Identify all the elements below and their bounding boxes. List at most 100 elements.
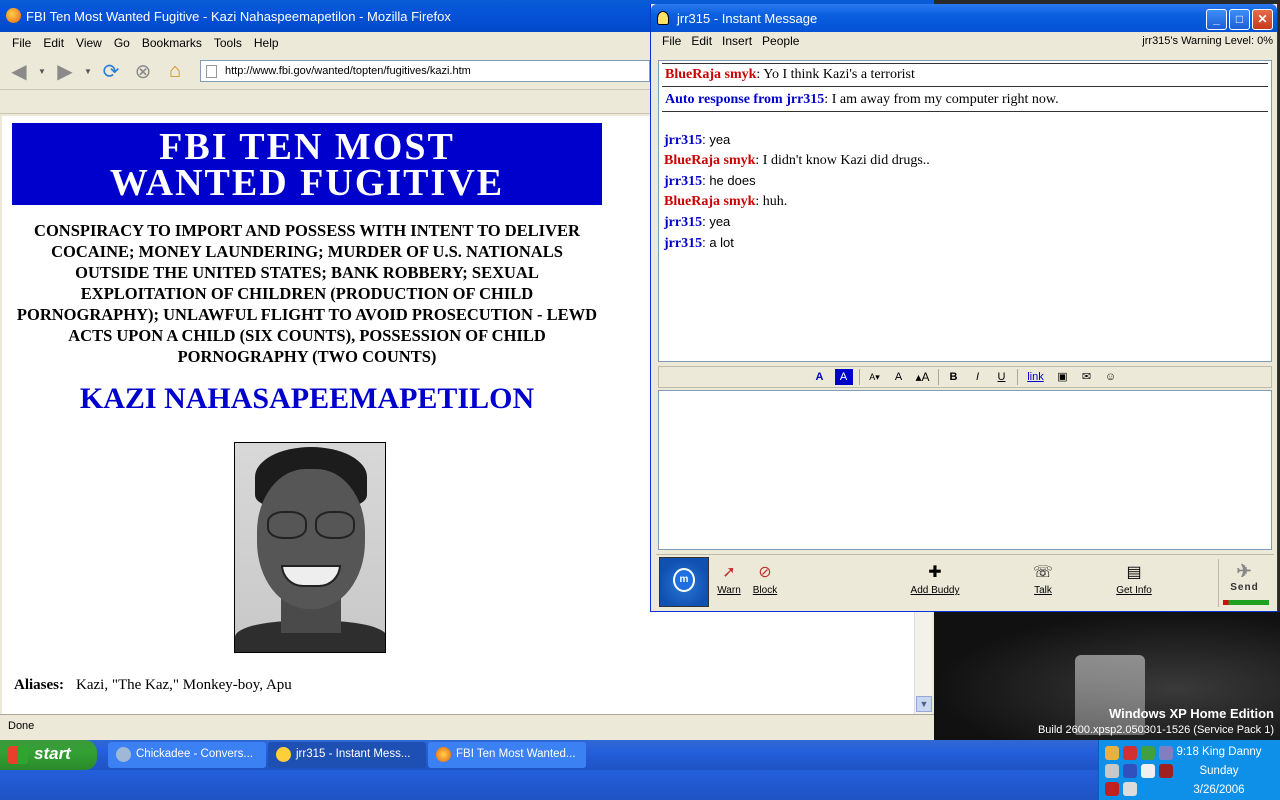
minimize-icon[interactable]: _ xyxy=(1206,9,1227,30)
add-buddy-icon: ✚ xyxy=(928,564,942,581)
status-text: Done xyxy=(8,720,35,732)
firefox-window-title: FBI Ten Most Wanted Fugitive - Kazi Naha… xyxy=(26,9,451,24)
ati-icon[interactable] xyxy=(1105,782,1119,796)
message-text: I didn't know Kazi did drugs.. xyxy=(759,153,930,168)
menu-go[interactable]: Go xyxy=(108,35,136,51)
back-dropdown-icon[interactable]: ▼ xyxy=(38,67,46,76)
aim-running-man-icon xyxy=(657,11,669,25)
message-sender: jrr315 xyxy=(664,133,703,148)
message-text: yea xyxy=(705,132,731,147)
start-button[interactable]: start xyxy=(0,740,97,770)
back-arrow-icon[interactable]: ◀ xyxy=(6,59,32,85)
clock[interactable]: 9:18 King Danny Sunday 3/26/2006 xyxy=(1160,743,1278,800)
message-text: yea xyxy=(705,214,731,229)
banner-line-2: WANTED FUGITIVE xyxy=(109,162,505,204)
url-bar[interactable]: http://www.fbi.gov/wanted/topten/fugitiv… xyxy=(200,60,650,82)
printer-icon[interactable] xyxy=(1105,764,1119,778)
warn-button[interactable]: ➚ Warn xyxy=(714,563,744,596)
volume-icon[interactable] xyxy=(1123,764,1137,778)
text-color-icon[interactable]: A xyxy=(811,369,829,385)
toolbar-divider xyxy=(858,369,860,385)
close-icon[interactable]: ✕ xyxy=(1252,9,1273,30)
task-button-im[interactable]: jrr315 - Instant Mess... xyxy=(268,742,426,768)
chat-history[interactable]: BlueRaja smyk: Yo I think Kazi's a terro… xyxy=(658,60,1272,362)
background-color-icon[interactable]: A xyxy=(834,369,853,385)
warning-level: jrr315's Warning Level: 0% xyxy=(1142,35,1273,47)
monitor-icon[interactable] xyxy=(1123,782,1137,796)
send-icon: ✈ xyxy=(1236,561,1253,581)
buddy-icon-image[interactable]: m xyxy=(659,557,709,607)
menu-view[interactable]: View xyxy=(70,35,108,51)
firefox-app-icon xyxy=(6,8,21,23)
menu-tools[interactable]: Tools xyxy=(208,35,248,51)
insert-image-icon[interactable]: ▣ xyxy=(1054,369,1072,385)
block-button[interactable]: ⊘ Block xyxy=(748,563,782,596)
network-icon[interactable] xyxy=(1105,746,1119,760)
talk-button[interactable]: ☏ Talk xyxy=(1028,563,1058,596)
message-text: he does xyxy=(705,173,756,188)
smiley-icon[interactable]: ☺ xyxy=(1102,369,1120,385)
message-sender: BlueRaja smyk xyxy=(665,67,757,82)
task-label: Chickadee - Convers... xyxy=(136,748,253,760)
charges-text: CONSPIRACY TO IMPORT AND POSSESS WITH IN… xyxy=(16,221,598,366)
im-menu-people[interactable]: People xyxy=(757,34,804,50)
maximize-icon[interactable]: □ xyxy=(1229,9,1250,30)
send-button[interactable]: ✈ Send xyxy=(1218,559,1270,607)
home-icon[interactable]: ⌂ xyxy=(162,59,188,85)
toolbar-divider xyxy=(937,369,939,385)
insert-link-button[interactable]: link xyxy=(1024,369,1048,385)
task-label: FBI Ten Most Wanted... xyxy=(456,748,576,760)
im-action-bar: m ➚ Warn ⊘ Block ✚ Add Buddy ☏ Talk ▤ Ge… xyxy=(656,554,1274,608)
pen-icon[interactable] xyxy=(1141,764,1155,778)
security-icon[interactable] xyxy=(1141,746,1155,760)
talk-label: Talk xyxy=(1034,585,1052,596)
fugitive-photo xyxy=(234,442,386,653)
im-menu-insert[interactable]: Insert xyxy=(717,34,757,50)
chat-message: jrr315: a lot xyxy=(664,235,734,251)
chat-lines: jrr315: yea BlueRaja smyk: I didn't know… xyxy=(659,130,1271,254)
task-label: jrr315 - Instant Mess... xyxy=(296,748,411,760)
task-button-firefox[interactable]: FBI Ten Most Wanted... xyxy=(428,742,586,768)
insert-email-icon[interactable]: ✉ xyxy=(1078,369,1096,385)
im-menu-file[interactable]: File xyxy=(657,34,686,50)
underline-icon[interactable]: U xyxy=(993,369,1011,385)
scroll-down-icon[interactable]: ▼ xyxy=(916,696,932,712)
reload-icon[interactable]: ⟳ xyxy=(98,59,124,85)
forward-dropdown-icon[interactable]: ▼ xyxy=(84,67,92,76)
message-sender: BlueRaja smyk xyxy=(664,153,756,168)
message-text: I am away from my computer right now. xyxy=(828,92,1059,107)
formatting-toolbar: A A A▾ A ▴A B I U link ▣ ✉ ☺ xyxy=(658,366,1272,388)
decrease-font-icon[interactable]: A▾ xyxy=(866,369,884,385)
get-info-button[interactable]: ▤ Get Info xyxy=(1114,563,1154,596)
aliases-value: Kazi, "The Kaz," Monkey-boy, Apu xyxy=(76,677,292,693)
im-menu-edit[interactable]: Edit xyxy=(686,34,717,50)
windows-edition-text: Windows XP Home Edition xyxy=(1108,706,1274,721)
increase-font-icon[interactable]: ▴A xyxy=(914,369,932,385)
message-text: huh. xyxy=(759,194,788,209)
taskbar: start Chickadee - Convers... jrr315 - In… xyxy=(0,740,1280,770)
normal-font-icon[interactable]: A xyxy=(890,369,908,385)
menu-bookmarks[interactable]: Bookmarks xyxy=(136,35,208,51)
italic-icon[interactable]: I xyxy=(969,369,987,385)
get-info-icon: ▤ xyxy=(1126,564,1142,581)
send-meter xyxy=(1223,600,1269,605)
add-buddy-label: Add Buddy xyxy=(910,585,960,596)
menu-edit[interactable]: Edit xyxy=(37,35,70,51)
aliases-row: Aliases: Kazi, "The Kaz," Monkey-boy, Apu xyxy=(14,677,292,694)
message-compose-box[interactable] xyxy=(658,390,1272,550)
add-buddy-button[interactable]: ✚ Add Buddy xyxy=(910,563,960,596)
menu-help[interactable]: Help xyxy=(248,35,285,51)
forward-arrow-icon[interactable]: ▶ xyxy=(52,59,78,85)
chat-message: jrr315: he does xyxy=(664,173,756,189)
windows-update-icon[interactable] xyxy=(1123,746,1137,760)
message-sender: Auto response from jrr315 xyxy=(665,92,825,107)
chat-message: BlueRaja smyk: I didn't know Kazi did dr… xyxy=(664,153,930,168)
menu-file[interactable]: File xyxy=(6,35,37,51)
stop-icon[interactable]: ⊗ xyxy=(130,59,156,85)
task-button-chickadee[interactable]: Chickadee - Convers... xyxy=(108,742,266,768)
clock-time: 9:18 King Danny xyxy=(1176,746,1262,758)
im-titlebar[interactable]: jrr315 - Instant Message _ □ ✕ xyxy=(651,4,1277,32)
aliases-label: Aliases: xyxy=(14,677,64,693)
url-text: http://www.fbi.gov/wanted/topten/fugitiv… xyxy=(225,65,471,77)
bold-icon[interactable]: B xyxy=(945,369,963,385)
